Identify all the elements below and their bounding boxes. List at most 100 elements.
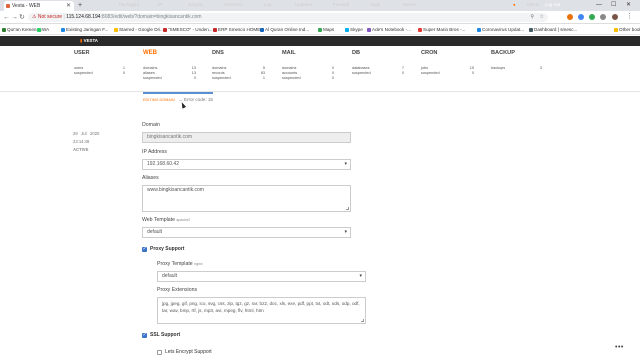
- stat-title-cron[interactable]: CRON: [421, 50, 437, 56]
- bookmark-item[interactable]: Dashboard | smesc...: [529, 24, 578, 34]
- chevron-down-icon: ▾: [344, 229, 347, 235]
- bookmark-label: Other bookmarks: [619, 27, 640, 32]
- bookmark-item[interactable]: "SMESCO" - Unden...: [163, 24, 213, 34]
- proxy-extensions-textarea[interactable]: jpg, jpeg, gif, png, ico, svg, css, zip,…: [157, 297, 366, 324]
- divider: [0, 91, 640, 92]
- more-dots-icon[interactable]: •••: [615, 344, 624, 351]
- bookmark-label: Super Mario Bros -...: [423, 27, 466, 32]
- bookmark-item[interactable]: Coronavirus Updat...: [477, 24, 525, 34]
- extension-icon[interactable]: [567, 14, 573, 20]
- resize-handle-icon[interactable]: [361, 319, 364, 322]
- forward-icon[interactable]: →: [11, 12, 18, 23]
- web-template-select[interactable]: default ▾: [142, 227, 351, 238]
- ssl-support-label[interactable]: SSL Support: [150, 332, 180, 338]
- aliases-textarea[interactable]: www.bingkisancantik.com: [142, 185, 351, 212]
- proxy-support-label[interactable]: Proxy Support: [150, 246, 184, 252]
- stat-label: suspended: [212, 76, 231, 80]
- stat-title-db[interactable]: DB: [352, 50, 360, 56]
- bookmark-label: Al Quran Online Ind...: [265, 27, 310, 32]
- vesta-logo[interactable]: ▮ VESTA: [80, 36, 98, 46]
- menu-kebab-icon[interactable]: ⋮: [626, 11, 633, 22]
- reload-icon[interactable]: ↻: [19, 12, 25, 23]
- stat-title-backup[interactable]: BACKUP: [491, 50, 515, 56]
- proxy-template-hint: nginx: [194, 262, 203, 266]
- bookmark-favicon-icon: [477, 27, 481, 32]
- address-bar: ← → ↻ ⚠ Not secure | 115.124.68.194:8083…: [0, 11, 640, 24]
- nav-ip[interactable]: IP: [158, 0, 162, 10]
- nav-user[interactable]: admin: [527, 0, 539, 10]
- bookmark-favicon-icon: [2, 27, 6, 32]
- minimize-icon[interactable]: —: [596, 0, 602, 10]
- bookmark-item[interactable]: Al Quran Online Ind...: [260, 24, 310, 34]
- ip-address-label: IP Address: [142, 149, 167, 155]
- bookmark-item[interactable]: Starred - Google Dri...: [114, 24, 164, 34]
- url-field[interactable]: ⚠ Not secure | 115.124.68.194:8083/edit/…: [28, 13, 548, 22]
- stat-value: 0: [193, 76, 196, 80]
- active-tab-indicator: [143, 92, 213, 94]
- bookmark-item[interactable]: ERP Smesco HOME: [213, 24, 260, 34]
- bookmark-favicon-icon: [614, 27, 618, 32]
- lets-encrypt-checkbox[interactable]: [157, 350, 162, 355]
- stat-title-user[interactable]: USER: [74, 50, 90, 56]
- bookmark-item[interactable]: WA: [37, 24, 50, 34]
- nav-firewall[interactable]: Firewall: [333, 0, 349, 10]
- stat-value: 0: [401, 71, 404, 75]
- stat-label: suspended: [352, 71, 371, 75]
- browser-tab[interactable]: Vesta - WEB ✕: [4, 1, 74, 11]
- bookmark-label: Coronavirus Updat...: [482, 27, 525, 32]
- stat-label: suspended: [74, 71, 93, 75]
- bookmark-label: Skype: [350, 27, 363, 32]
- star-icon[interactable]: ☆: [540, 13, 544, 22]
- nav-logout[interactable]: Log out: [545, 0, 560, 10]
- nav-graphs[interactable]: Graphs: [188, 0, 203, 10]
- bookmark-label: Maps: [323, 27, 335, 32]
- bookmark-favicon-icon: [345, 27, 349, 32]
- proxy-template-select[interactable]: default ▾: [157, 271, 366, 282]
- proxy-support-checkbox[interactable]: [142, 246, 147, 252]
- bookmark-label: WA: [42, 27, 50, 32]
- close-tab-icon[interactable]: ✕: [66, 1, 71, 11]
- extension-icon[interactable]: [589, 14, 595, 20]
- chevron-down-icon: ▾: [359, 273, 362, 279]
- url-path: :8083/edit/web/?domain=bingkisancantik.c…: [100, 14, 202, 20]
- resize-handle-icon[interactable]: [346, 207, 349, 210]
- bookmark-label: "SMESCO" - Unden...: [168, 27, 213, 32]
- bookmark-item[interactable]: Qur'an Kemenag: [2, 24, 42, 34]
- back-icon[interactable]: ←: [3, 12, 10, 23]
- nav-statistics[interactable]: Statistics: [224, 0, 243, 10]
- nav-log[interactable]: Log: [264, 0, 272, 10]
- domain-field: bingkisancantik.com: [142, 132, 351, 143]
- not-secure-label: Not secure: [37, 14, 63, 20]
- bookmark-item[interactable]: Other bookmarks: [614, 24, 640, 34]
- bookmark-item[interactable]: Skype: [345, 24, 363, 34]
- search-icon[interactable]: ⚲: [530, 13, 534, 22]
- bookmark-item[interactable]: Existing Jaringan F...: [61, 24, 108, 34]
- bell-icon[interactable]: ●: [513, 0, 516, 10]
- nav-server[interactable]: Server: [403, 0, 417, 10]
- bookmark-item[interactable]: Super Mario Bros -...: [418, 24, 466, 34]
- stat-title-mail[interactable]: MAIL: [282, 50, 296, 56]
- bookmark-item[interactable]: Ade's Notebook -...: [367, 24, 411, 34]
- bookmark-item[interactable]: Maps: [318, 24, 335, 34]
- stat-value: 0: [331, 76, 334, 80]
- bookmark-favicon-icon: [367, 27, 371, 32]
- maximize-icon[interactable]: ☐: [611, 0, 616, 10]
- new-tab-icon[interactable]: +: [78, 0, 82, 11]
- extension-icon[interactable]: [600, 14, 606, 20]
- bookmark-label: Dashboard | smesc...: [534, 27, 578, 32]
- nav-apps[interactable]: Apps: [370, 0, 380, 10]
- nav-updates[interactable]: Updates: [295, 0, 312, 10]
- ssl-support-checkbox[interactable]: [142, 332, 147, 338]
- extension-icon[interactable]: [578, 14, 584, 20]
- stat-title-dns[interactable]: DNS: [212, 50, 224, 56]
- profile-avatar-icon[interactable]: [612, 14, 618, 20]
- bookmark-favicon-icon: [163, 27, 167, 32]
- ip-address-select[interactable]: 192.168.60.42 ▾: [142, 159, 351, 170]
- stat-value: 3: [539, 66, 542, 70]
- web-template-label: Web Template apache2: [142, 217, 191, 223]
- close-window-icon[interactable]: ✕: [626, 0, 631, 10]
- nav-packages[interactable]: Packages: [119, 0, 139, 10]
- lets-encrypt-label[interactable]: Lets Encrypt Support: [165, 349, 212, 355]
- domain-label: Domain: [142, 122, 160, 128]
- stat-title-web[interactable]: WEB: [143, 50, 157, 56]
